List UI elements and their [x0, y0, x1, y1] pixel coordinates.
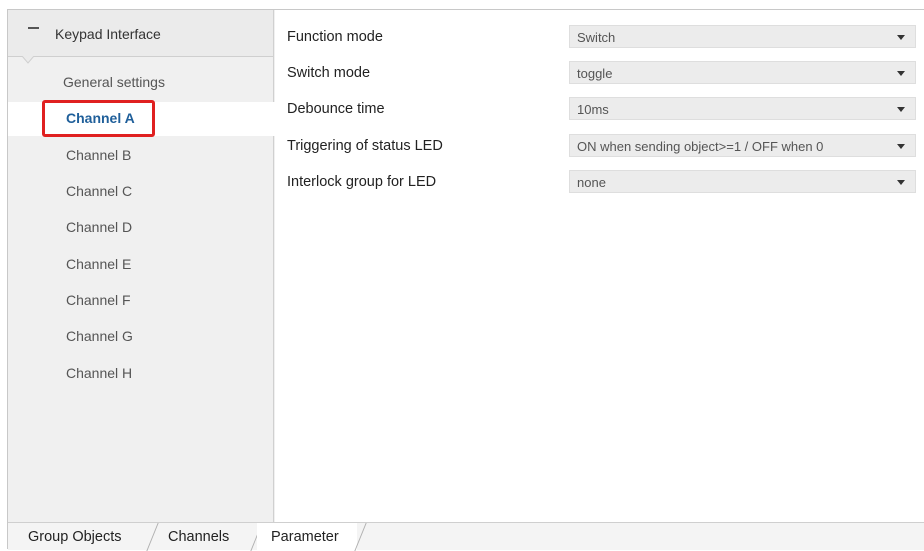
- param-row-status-led: Triggering of status LED ON when sending…: [275, 130, 924, 160]
- tab-label: Parameter: [271, 529, 339, 545]
- select-value: toggle: [577, 66, 613, 81]
- param-label: Switch mode: [287, 65, 371, 81]
- select-value: 10ms: [577, 102, 609, 117]
- param-row-function-mode: Function mode Switch: [275, 21, 924, 51]
- sidebar-item-label: General settings: [63, 74, 165, 90]
- tab-parameter[interactable]: Parameter: [257, 523, 357, 551]
- parameter-panel: Function mode Switch Switch mode toggle …: [275, 10, 924, 522]
- select-value: ON when sending object>=1 / OFF when 0: [577, 139, 824, 154]
- param-row-interlock-group: Interlock group for LED none: [275, 166, 924, 196]
- tree-notch-icon: [22, 56, 34, 64]
- sidebar-item-channel-d[interactable]: Channel D: [8, 211, 274, 245]
- tree-root-keypad-interface[interactable]: Keypad Interface: [8, 10, 273, 64]
- status-led-select[interactable]: ON when sending object>=1 / OFF when 0: [569, 134, 916, 157]
- sidebar-item-label: Channel F: [66, 292, 131, 308]
- param-row-debounce-time: Debounce time 10ms: [275, 93, 924, 123]
- chevron-down-icon[interactable]: [897, 71, 905, 76]
- function-mode-select[interactable]: Switch: [569, 25, 916, 48]
- chevron-down-icon[interactable]: [897, 35, 905, 40]
- selection-highlight-box: [42, 100, 155, 137]
- tab-channels[interactable]: Channels: [153, 523, 257, 551]
- sidebar-item-label: Channel D: [66, 219, 133, 235]
- sidebar-item-general-settings[interactable]: General settings: [8, 66, 274, 100]
- tab-label: Channels: [168, 529, 230, 545]
- param-label: Function mode: [287, 29, 383, 45]
- tree-root-label: Keypad Interface: [55, 26, 161, 42]
- interlock-group-select[interactable]: none: [569, 170, 916, 193]
- debounce-time-select[interactable]: 10ms: [569, 97, 916, 120]
- app-window: Keypad Interface General settings Channe…: [7, 9, 924, 551]
- sidebar-tree: Keypad Interface General settings Channe…: [8, 10, 275, 522]
- sidebar-item-channel-h[interactable]: Channel H: [8, 357, 274, 391]
- tab-group-objects[interactable]: Group Objects: [8, 523, 153, 551]
- param-label: Interlock group for LED: [287, 174, 437, 190]
- chevron-down-icon[interactable]: [897, 144, 905, 149]
- chevron-down-icon[interactable]: [897, 107, 905, 112]
- chevron-down-icon[interactable]: [897, 180, 905, 185]
- sidebar-item-channel-e[interactable]: Channel E: [8, 248, 274, 282]
- sidebar-item-channel-g[interactable]: Channel G: [8, 320, 274, 354]
- switch-mode-select[interactable]: toggle: [569, 61, 916, 84]
- sidebar-item-label: Channel B: [66, 147, 132, 163]
- select-value: Switch: [577, 30, 616, 45]
- sidebar-item-label: Channel C: [66, 183, 133, 199]
- select-value: none: [577, 175, 606, 190]
- bottom-tab-bar: Group Objects Channels Parameter: [8, 522, 924, 551]
- sidebar-item-label: Channel H: [66, 365, 133, 381]
- sidebar-item-label: Channel E: [66, 256, 132, 272]
- sidebar-item-channel-f[interactable]: Channel F: [8, 284, 274, 318]
- sidebar-item-label: Channel G: [66, 328, 133, 344]
- tab-label: Group Objects: [28, 529, 122, 545]
- sidebar-item-channel-c[interactable]: Channel C: [8, 175, 274, 209]
- collapse-minus-icon[interactable]: [28, 27, 39, 29]
- sidebar-item-channel-b[interactable]: Channel B: [8, 139, 274, 173]
- param-label: Debounce time: [287, 101, 385, 117]
- param-label: Triggering of status LED: [287, 138, 443, 154]
- param-row-switch-mode: Switch mode toggle: [275, 57, 924, 87]
